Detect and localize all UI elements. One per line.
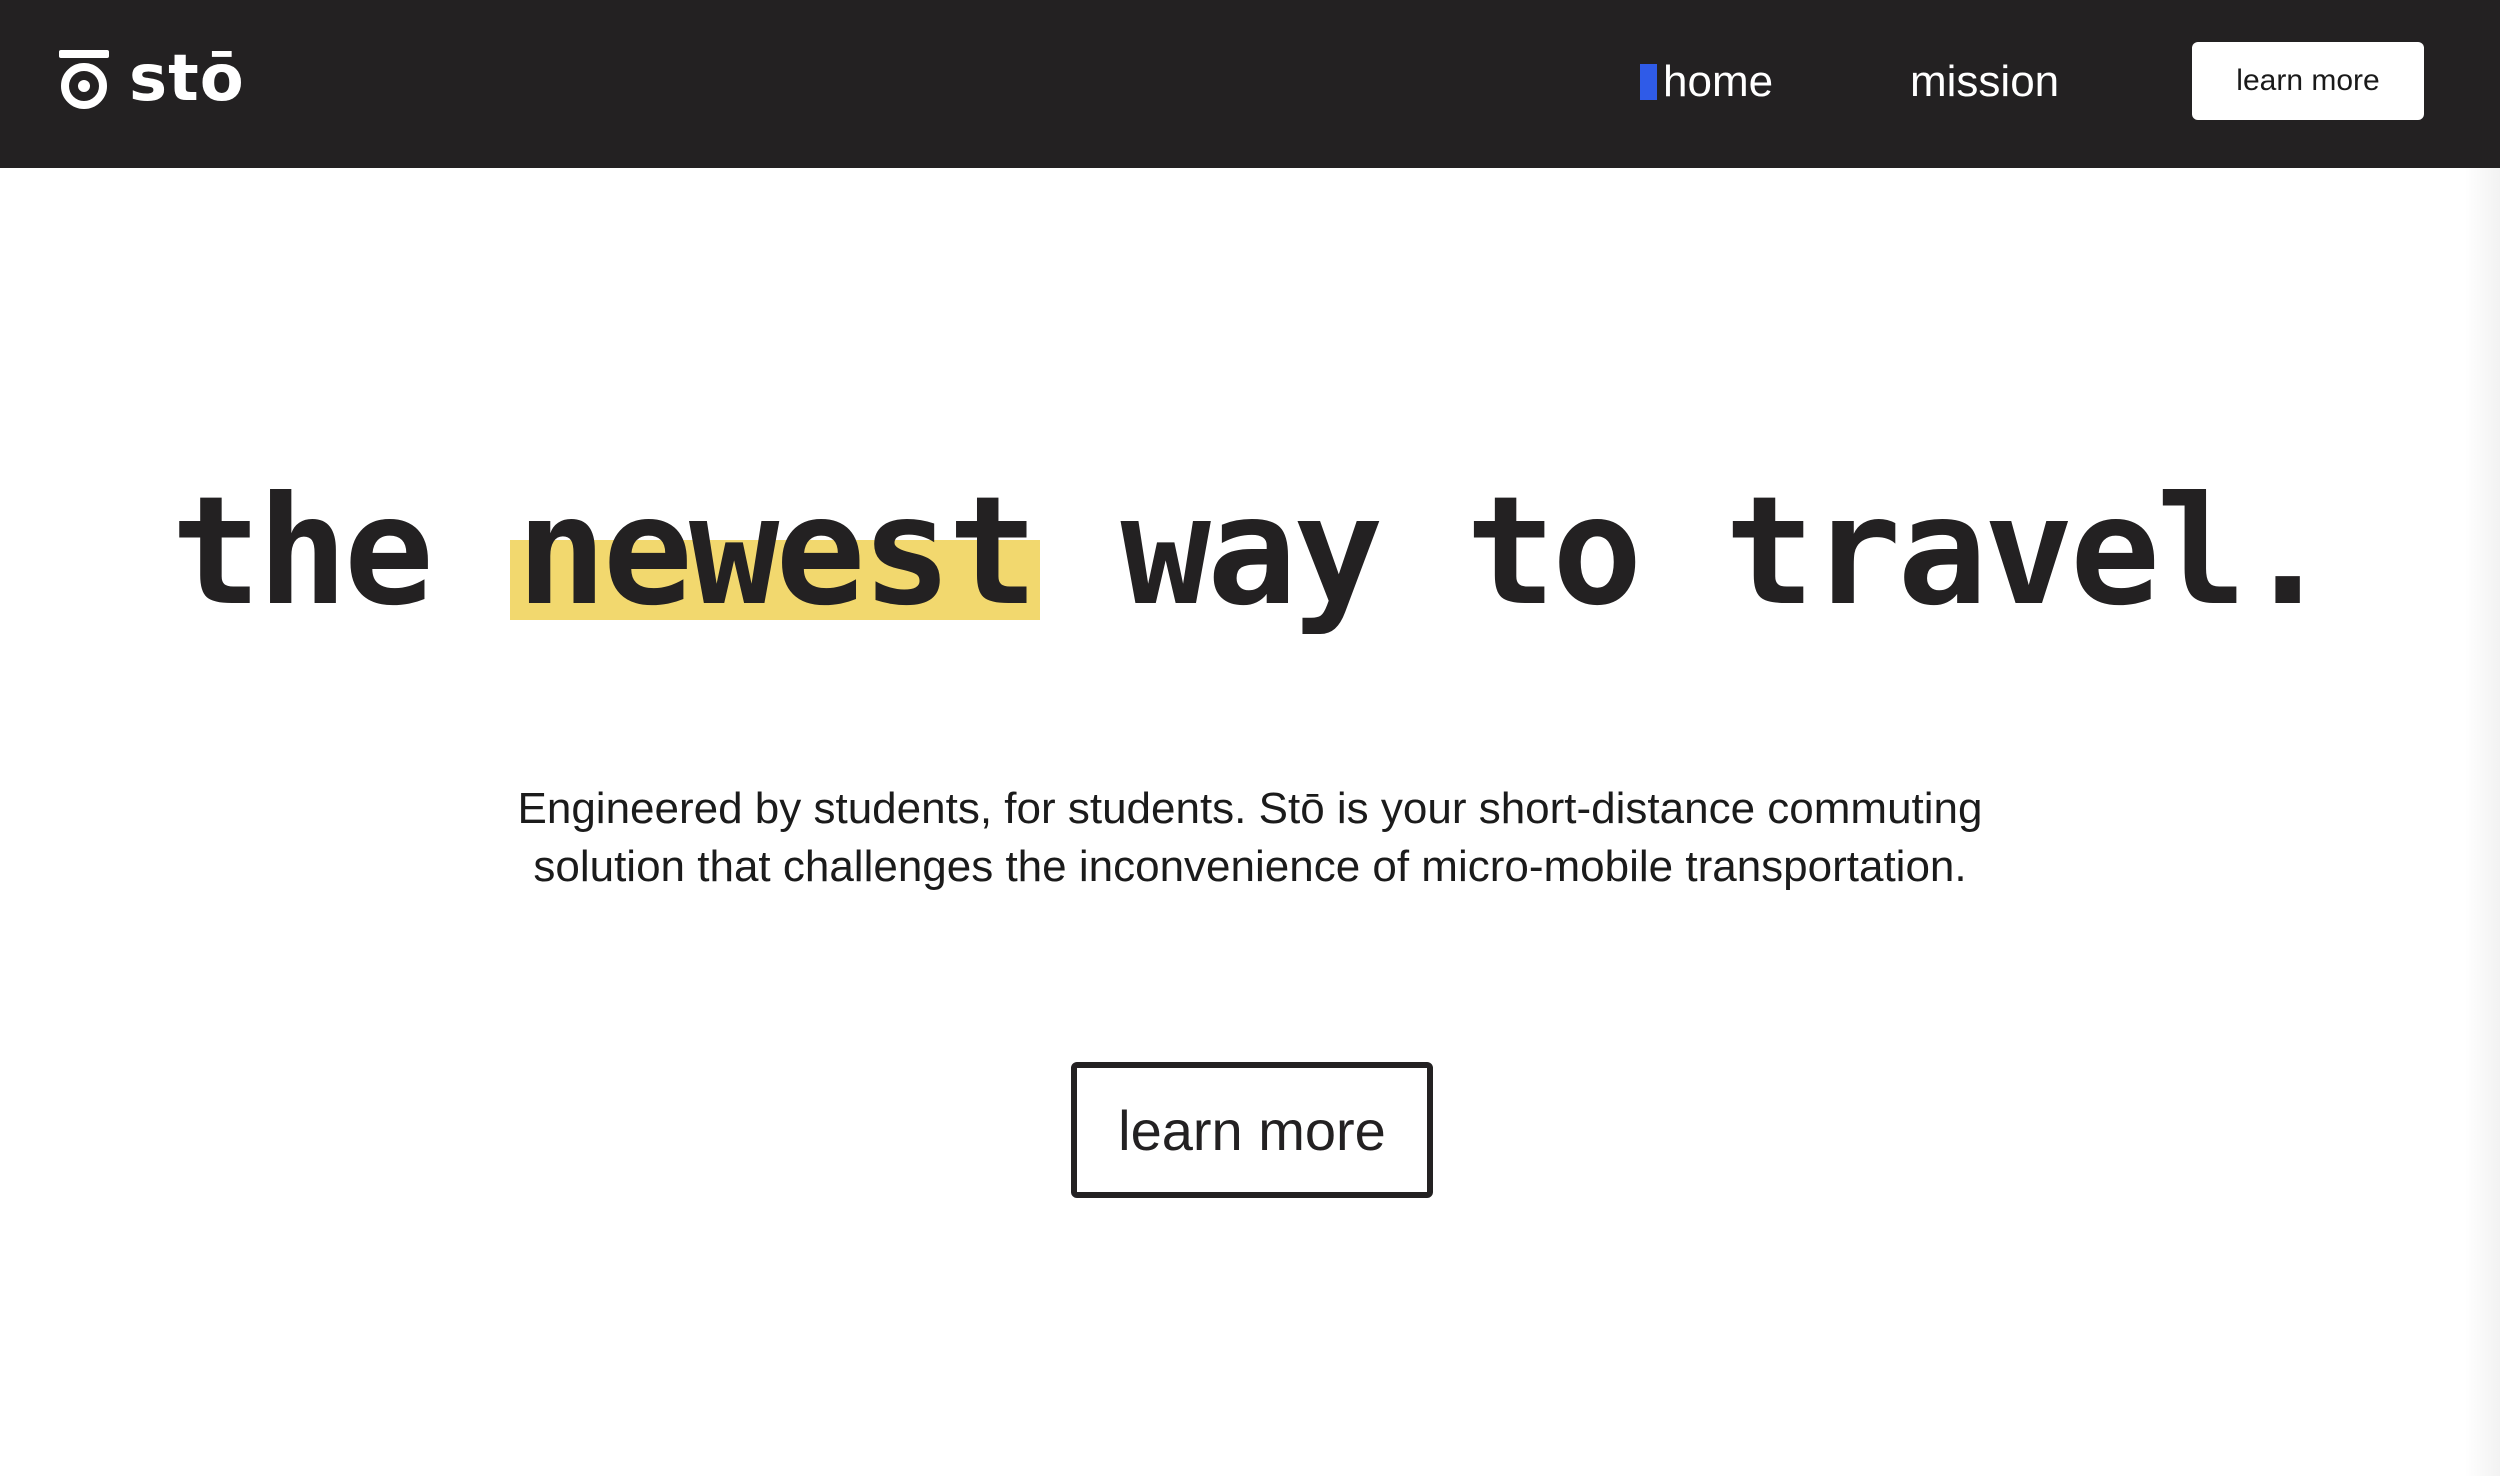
nav-link-home[interactable]: home (1640, 50, 1773, 114)
brand-logo[interactable]: stō (57, 44, 245, 114)
hero-description-line-2: solution that challenges the inconvenien… (533, 842, 1967, 891)
header-learn-more-button[interactable]: learn more (2192, 42, 2424, 120)
hero-learn-more-button[interactable]: learn more (1071, 1062, 1433, 1198)
sto-logo-icon (59, 50, 109, 109)
active-nav-indicator (1640, 64, 1657, 100)
page: stō home mission learn more the newest w… (0, 0, 2500, 1476)
nav-link-home-label: home (1663, 57, 1774, 106)
hero-headline-highlight: newest (510, 470, 1041, 635)
hero-description: Engineered by students, for students. St… (450, 780, 2050, 896)
top-navigation-bar: stō home mission learn more (0, 0, 2500, 168)
hero-description-line-1: Engineered by students, for students. St… (517, 784, 1983, 833)
hero-headline: the newest way to travel. (0, 470, 2500, 635)
hero-headline-highlight-text: newest (516, 465, 1038, 639)
hero-headline-end: way to travel. (1120, 465, 2333, 639)
nav-link-mission[interactable]: mission (1910, 50, 2059, 114)
hero-headline-start: the (171, 465, 434, 639)
nav-link-mission-label: mission (1910, 57, 2060, 106)
brand-name: stō (129, 42, 245, 116)
page-edge-shadow (2464, 168, 2500, 1476)
